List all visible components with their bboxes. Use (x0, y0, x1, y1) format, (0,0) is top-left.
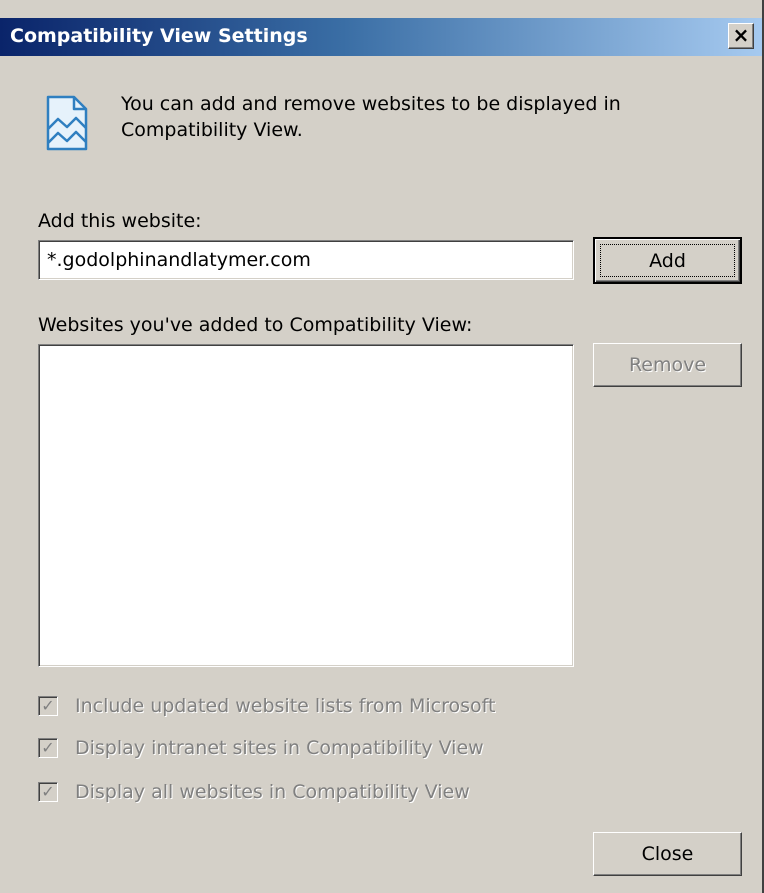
added-websites-label: Websites you've added to Compatibility V… (38, 314, 473, 336)
compatibility-view-icon (34, 93, 104, 153)
checkbox-include-updated-lists: ✓ (38, 696, 58, 716)
close-button[interactable]: Close (593, 832, 742, 876)
add-button[interactable]: Add (593, 237, 742, 284)
option-label: Include updated website lists from Micro… (75, 695, 496, 717)
option-label: Display intranet sites in Compatibility … (75, 737, 484, 759)
dialog-title: Compatibility View Settings (10, 25, 308, 47)
remove-button: Remove (593, 343, 742, 387)
title-close-button[interactable]: × (728, 23, 754, 49)
website-input[interactable] (38, 240, 574, 280)
title-bar[interactable]: Compatibility View Settings × (0, 18, 762, 56)
checkbox-display-all-websites: ✓ (38, 782, 58, 802)
compatibility-view-dialog: Compatibility View Settings × You can ad… (0, 0, 764, 893)
add-website-label: Add this website: (38, 210, 202, 232)
option-label: Display all websites in Compatibility Vi… (75, 781, 470, 803)
added-websites-list[interactable] (38, 344, 574, 667)
checkbox-display-intranet-sites: ✓ (38, 738, 58, 758)
add-button-label: Add (600, 244, 735, 277)
close-icon: × (732, 23, 750, 47)
intro-text: You can add and remove websites to be di… (121, 93, 621, 141)
